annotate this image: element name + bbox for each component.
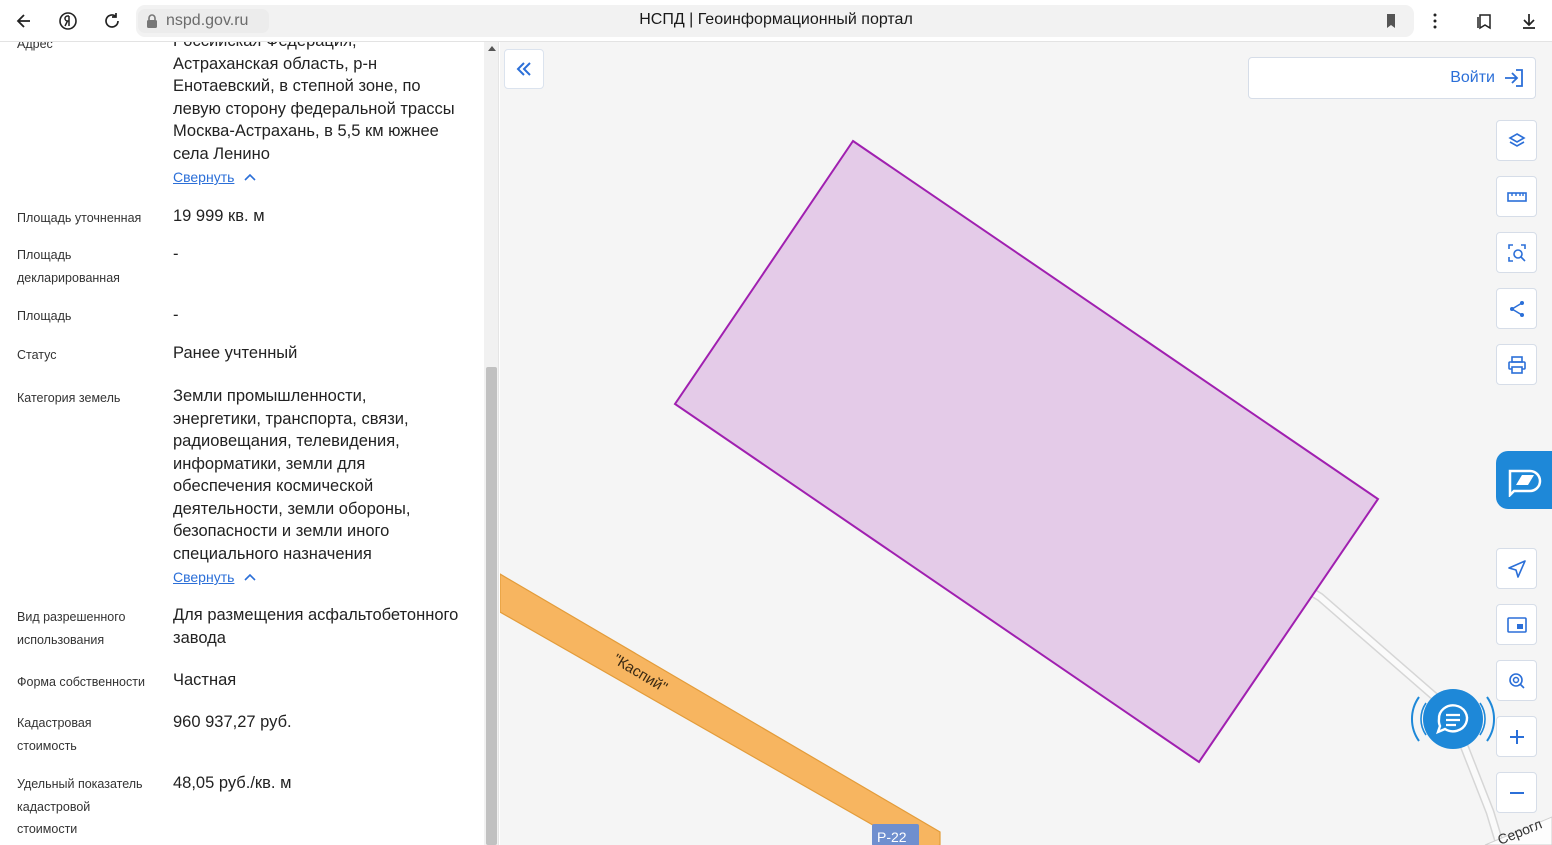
chevron-up-icon bbox=[244, 573, 256, 581]
chat-button[interactable] bbox=[1410, 683, 1496, 755]
address-value: Российская Федерация, Астраханская облас… bbox=[173, 42, 455, 163]
zoom-in-button[interactable] bbox=[1496, 716, 1537, 757]
map-canvas[interactable]: "Каспий" Р-22 Серогл bbox=[500, 42, 1552, 845]
land-category-collapse-link[interactable]: Свернуть bbox=[173, 569, 256, 585]
gosuslugi-icon bbox=[1508, 469, 1542, 497]
zoom-out-icon bbox=[1509, 791, 1524, 794]
map-layer: "Каспий" Р-22 Серогл bbox=[500, 139, 1552, 845]
collections-icon[interactable] bbox=[1471, 7, 1499, 35]
gosuslugi-widget[interactable] bbox=[1496, 451, 1552, 509]
reload-icon[interactable] bbox=[98, 7, 126, 35]
land-category-value: Земли промышленности, энергетики, трансп… bbox=[173, 387, 411, 563]
area-refined-value: 19 999 кв. м bbox=[173, 207, 265, 225]
address-bar[interactable] bbox=[136, 5, 1414, 37]
zoom-out-button[interactable] bbox=[1496, 772, 1537, 813]
cadastral-value-label: Кадастровая стоимость bbox=[17, 716, 92, 753]
land-category-label: Категория земель bbox=[17, 391, 121, 405]
more-menu-icon[interactable] bbox=[1421, 7, 1449, 35]
status-value: Ранее учтенный bbox=[173, 344, 298, 362]
geolocate-button[interactable] bbox=[1496, 548, 1537, 589]
minimap-icon bbox=[1506, 616, 1527, 633]
cadastral-value-value: 960 937,27 руб. bbox=[173, 713, 292, 731]
permitted-use-value: Для размещения асфальтобетонного завода bbox=[173, 606, 459, 647]
land-parcel-polygon[interactable] bbox=[673, 139, 1380, 764]
permitted-use-label: Вид разрешенного использования bbox=[17, 610, 126, 647]
ownership-label: Форма собственности bbox=[17, 675, 145, 689]
ruler-button[interactable] bbox=[1496, 176, 1537, 217]
login-icon bbox=[1505, 69, 1523, 87]
chevron-up-icon bbox=[244, 173, 256, 181]
ruler-icon bbox=[1506, 191, 1527, 202]
parcel-info-panel: Адрес Российская Федерация, Астраханская… bbox=[0, 42, 484, 845]
address-label: Адрес bbox=[17, 42, 53, 51]
url-pill[interactable]: nspd.gov.ru bbox=[138, 9, 269, 33]
url-text: nspd.gov.ru bbox=[166, 12, 249, 29]
specific-value-label: Удельный показатель кадастровой стоимост… bbox=[17, 777, 143, 836]
area-refined-label: Площадь уточненная bbox=[17, 211, 142, 225]
double-chevron-left-icon bbox=[516, 62, 531, 76]
login-button[interactable]: Войти bbox=[1248, 57, 1536, 99]
chat-icon bbox=[1410, 689, 1496, 749]
road-badge-text: Р-22 bbox=[877, 829, 907, 845]
back-icon[interactable] bbox=[10, 7, 38, 35]
scroll-up-arrow[interactable] bbox=[488, 46, 496, 51]
login-label: Войти bbox=[1450, 69, 1495, 86]
specific-value-value: 48,05 руб./кв. м bbox=[173, 774, 292, 792]
geolocate-icon bbox=[1507, 559, 1526, 578]
minimap-button[interactable] bbox=[1496, 604, 1537, 645]
area-declared-label: Площадь декларированная bbox=[17, 248, 120, 285]
area-label: Площадь bbox=[17, 309, 72, 323]
location-search-icon bbox=[1508, 672, 1525, 689]
browser-toolbar: nspd.gov.ru НСПД | Геоинформационный пор… bbox=[0, 0, 1552, 42]
collapse-panel-button[interactable] bbox=[504, 49, 544, 89]
panel-scrollbar[interactable] bbox=[484, 42, 499, 845]
address-collapse-link[interactable]: Свернуть bbox=[173, 169, 256, 185]
area-declared-value: - bbox=[173, 245, 179, 263]
area-value: - bbox=[173, 306, 179, 324]
print-button[interactable] bbox=[1496, 344, 1537, 385]
print-icon bbox=[1507, 355, 1526, 374]
bookmark-icon[interactable] bbox=[1377, 7, 1405, 35]
scrollbar-thumb[interactable] bbox=[486, 367, 497, 845]
yandex-icon[interactable] bbox=[54, 7, 82, 35]
share-icon bbox=[1509, 300, 1524, 317]
status-label: Статус bbox=[17, 348, 57, 362]
area-select-icon bbox=[1507, 243, 1526, 262]
area-select-button[interactable] bbox=[1496, 232, 1537, 273]
layers-button[interactable] bbox=[1496, 120, 1537, 161]
lock-icon bbox=[147, 14, 157, 28]
zoom-in-icon bbox=[1509, 729, 1524, 744]
share-button[interactable] bbox=[1496, 288, 1537, 329]
download-icon[interactable] bbox=[1515, 7, 1543, 35]
road-kaspiy bbox=[500, 573, 941, 845]
location-search-button[interactable] bbox=[1496, 660, 1537, 701]
layers-icon bbox=[1507, 132, 1526, 147]
ownership-value: Частная bbox=[173, 671, 237, 689]
